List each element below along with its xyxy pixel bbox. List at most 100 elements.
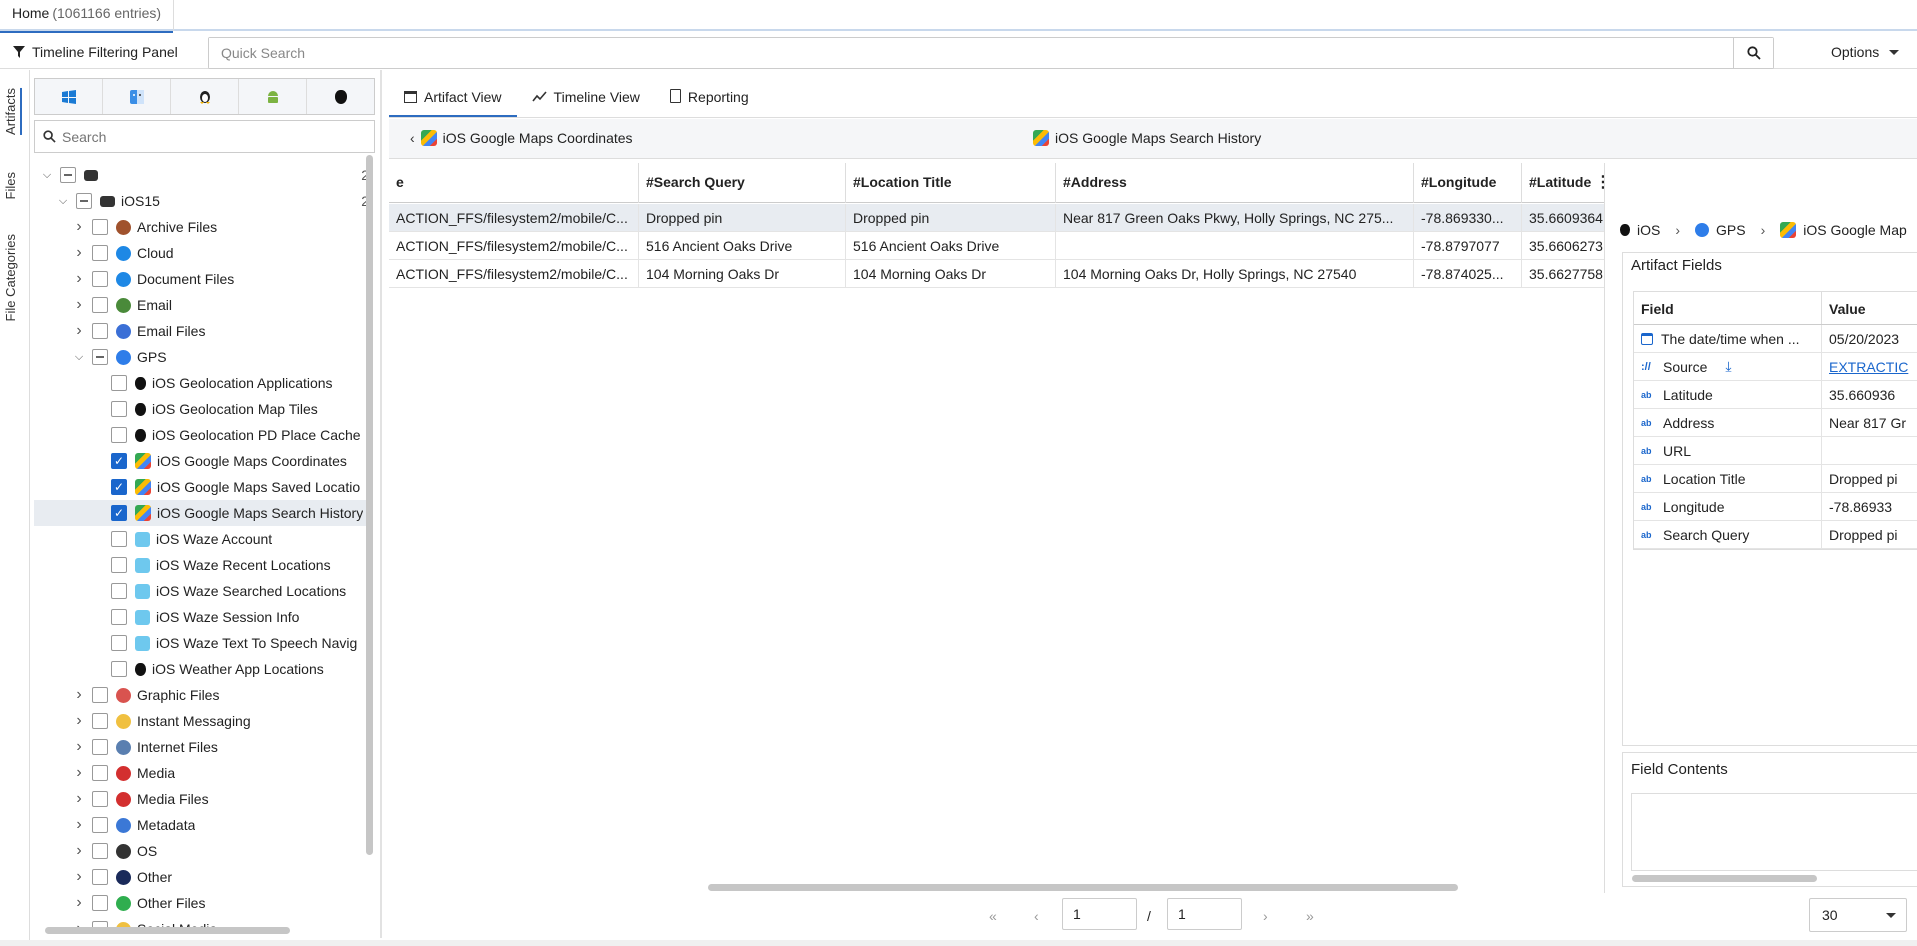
tree-item-email[interactable]: › Email bbox=[34, 292, 369, 318]
chevron-down-icon[interactable]: ⌵ bbox=[56, 194, 70, 208]
field-row-url[interactable]: ab URL bbox=[1634, 437, 1917, 465]
tree-checkbox[interactable] bbox=[92, 791, 108, 807]
chevron-right-icon[interactable]: › bbox=[72, 894, 86, 911]
detail-crumb-ios[interactable]: iOS bbox=[1637, 222, 1660, 238]
last-page-icon[interactable]: » bbox=[1306, 908, 1314, 924]
tree-item-instant-messaging[interactable]: › Instant Messaging bbox=[34, 708, 369, 734]
chevron-right-icon[interactable]: › bbox=[72, 764, 86, 781]
tree-checkbox[interactable] bbox=[92, 219, 108, 235]
prev-page-icon[interactable]: ‹ bbox=[1034, 908, 1039, 924]
field-value[interactable]: EXTRACTIC bbox=[1822, 353, 1915, 380]
chevron-down-icon[interactable]: ⌵ bbox=[72, 350, 86, 364]
tab-artifact-view[interactable]: Artifact View bbox=[389, 82, 517, 117]
tree-item-ios-google-maps-coordinates[interactable]: ✓ iOS Google Maps Coordinates bbox=[34, 448, 369, 474]
tree-item-ios-waze-searched-locations[interactable]: iOS Waze Searched Locations bbox=[34, 578, 369, 604]
tree-item-ios15[interactable]: ⌵ iOS15 2 bbox=[34, 188, 369, 214]
tree-checkbox[interactable] bbox=[92, 245, 108, 261]
tree-item-ios-google-maps-search-history[interactable]: ✓ iOS Google Maps Search History bbox=[34, 500, 369, 526]
tree-item-document-files[interactable]: › Document Files bbox=[34, 266, 369, 292]
rail-tab-artifacts[interactable]: Artifacts bbox=[3, 88, 22, 135]
tree-item-media[interactable]: › Media bbox=[34, 760, 369, 786]
tree-search-input[interactable] bbox=[62, 128, 362, 145]
column-header-e[interactable]: e bbox=[389, 163, 639, 203]
tree-checkbox[interactable] bbox=[92, 271, 108, 287]
field-row-the-date-time-when[interactable]: The date/time when ... 05/20/2023 bbox=[1634, 325, 1917, 353]
chevron-right-icon[interactable]: › bbox=[72, 738, 86, 755]
chevron-right-icon[interactable]: › bbox=[72, 868, 86, 885]
chevron-right-icon[interactable]: › bbox=[72, 790, 86, 807]
chevron-right-icon[interactable]: › bbox=[72, 296, 86, 313]
tree-checkbox[interactable] bbox=[92, 323, 108, 339]
chevron-down-icon[interactable]: ⌵ bbox=[40, 168, 54, 182]
search-button[interactable] bbox=[1733, 38, 1773, 68]
download-icon[interactable]: ⤓ bbox=[1725, 358, 1731, 375]
tree-checkbox[interactable] bbox=[92, 843, 108, 859]
tree-checkbox[interactable] bbox=[92, 739, 108, 755]
tree-checkbox[interactable] bbox=[111, 609, 127, 625]
first-page-icon[interactable]: « bbox=[989, 908, 997, 924]
table-row[interactable]: ACTION_FFS/filesystem2/mobile/C... 516 An… bbox=[389, 232, 1604, 260]
tree-item-ios-geolocation-pd-place-cache[interactable]: iOS Geolocation PD Place Cache bbox=[34, 422, 369, 448]
tree-checkbox[interactable] bbox=[111, 427, 127, 443]
quick-search-input[interactable] bbox=[209, 38, 1773, 68]
page-input[interactable]: 1 bbox=[1062, 898, 1137, 930]
column-header-longitude[interactable]: #Longitude bbox=[1414, 163, 1522, 203]
tree-checkbox[interactable] bbox=[76, 193, 92, 209]
chevron-right-icon[interactable]: › bbox=[72, 712, 86, 729]
field-column-header[interactable]: Field bbox=[1634, 292, 1822, 324]
tree-checkbox[interactable]: ✓ bbox=[111, 453, 127, 469]
tree-checkbox[interactable] bbox=[92, 297, 108, 313]
tree-checkbox[interactable] bbox=[111, 531, 127, 547]
tree-checkbox[interactable]: ✓ bbox=[111, 479, 127, 495]
field-row-latitude[interactable]: ab Latitude 35.660936 bbox=[1634, 381, 1917, 409]
pane-splitter[interactable] bbox=[380, 70, 382, 938]
tree-checkbox[interactable] bbox=[92, 765, 108, 781]
column-header-search-query[interactable]: #Search Query bbox=[639, 163, 846, 203]
field-row-address[interactable]: ab Address Near 817 Gr bbox=[1634, 409, 1917, 437]
tree-item-ios-waze-account[interactable]: iOS Waze Account bbox=[34, 526, 369, 552]
detail-crumb-artifact[interactable]: iOS Google Map bbox=[1803, 222, 1907, 238]
grid-horizontal-scrollbar[interactable] bbox=[708, 884, 1458, 891]
table-row[interactable]: ACTION_FFS/filesystem2/mobile/C... Droppe… bbox=[389, 204, 1604, 232]
tree-item-email-files[interactable]: › Email Files bbox=[34, 318, 369, 344]
tree-checkbox[interactable] bbox=[92, 817, 108, 833]
column-menu-icon[interactable]: ⋮ bbox=[1595, 172, 1604, 192]
tree-item-os[interactable]: › OS bbox=[34, 838, 369, 864]
chevron-right-icon[interactable]: › bbox=[72, 270, 86, 287]
chevron-right-icon[interactable]: › bbox=[72, 686, 86, 703]
tree-checkbox[interactable] bbox=[60, 167, 76, 183]
right-pane-splitter[interactable] bbox=[1605, 160, 1611, 900]
tree-checkbox[interactable] bbox=[92, 895, 108, 911]
breadcrumb-prev[interactable]: ‹ iOS Google Maps Coordinates bbox=[410, 130, 633, 146]
tree-checkbox[interactable] bbox=[92, 713, 108, 729]
tree-checkbox[interactable] bbox=[92, 869, 108, 885]
chevron-right-icon[interactable]: › bbox=[72, 244, 86, 261]
tree-checkbox[interactable]: ✓ bbox=[111, 505, 127, 521]
chevron-right-icon[interactable]: › bbox=[72, 322, 86, 339]
tree-item-metadata[interactable]: › Metadata bbox=[34, 812, 369, 838]
os-android-button[interactable] bbox=[239, 79, 307, 114]
tree-item-graphic-files[interactable]: › Graphic Files bbox=[34, 682, 369, 708]
os-apple-button[interactable] bbox=[307, 79, 374, 114]
column-header-latitude[interactable]: #Latitude bbox=[1522, 163, 1604, 203]
tree-item-archive-files[interactable]: › Archive Files bbox=[34, 214, 369, 240]
detail-horizontal-scrollbar[interactable] bbox=[1632, 875, 1817, 882]
field-row-source[interactable]: :// Source ⤓ EXTRACTIC bbox=[1634, 353, 1917, 381]
os-mac-button[interactable] bbox=[103, 79, 171, 114]
tree-item-ios-geolocation-applications[interactable]: iOS Geolocation Applications bbox=[34, 370, 369, 396]
tree-item-media-files[interactable]: › Media Files bbox=[34, 786, 369, 812]
tree-checkbox[interactable] bbox=[92, 349, 108, 365]
field-row-search-query[interactable]: ab Search Query Dropped pi bbox=[1634, 521, 1917, 549]
rail-tab-file-categories[interactable]: File Categories bbox=[3, 234, 18, 321]
tree-checkbox[interactable] bbox=[92, 687, 108, 703]
tree-checkbox[interactable] bbox=[111, 661, 127, 677]
detail-crumb-gps[interactable]: GPS bbox=[1716, 222, 1746, 238]
tree-checkbox[interactable] bbox=[111, 635, 127, 651]
tab-home[interactable]: Home (1061166 entries) bbox=[0, 0, 175, 33]
tab-reporting[interactable]: Reporting bbox=[655, 82, 764, 117]
tree-checkbox[interactable] bbox=[111, 557, 127, 573]
tree-item-ios-weather-app-locations[interactable]: iOS Weather App Locations bbox=[34, 656, 369, 682]
tree-item-cloud[interactable]: › Cloud bbox=[34, 240, 369, 266]
field-row-location-title[interactable]: ab Location Title Dropped pi bbox=[1634, 465, 1917, 493]
tree-item-other[interactable]: › Other bbox=[34, 864, 369, 890]
